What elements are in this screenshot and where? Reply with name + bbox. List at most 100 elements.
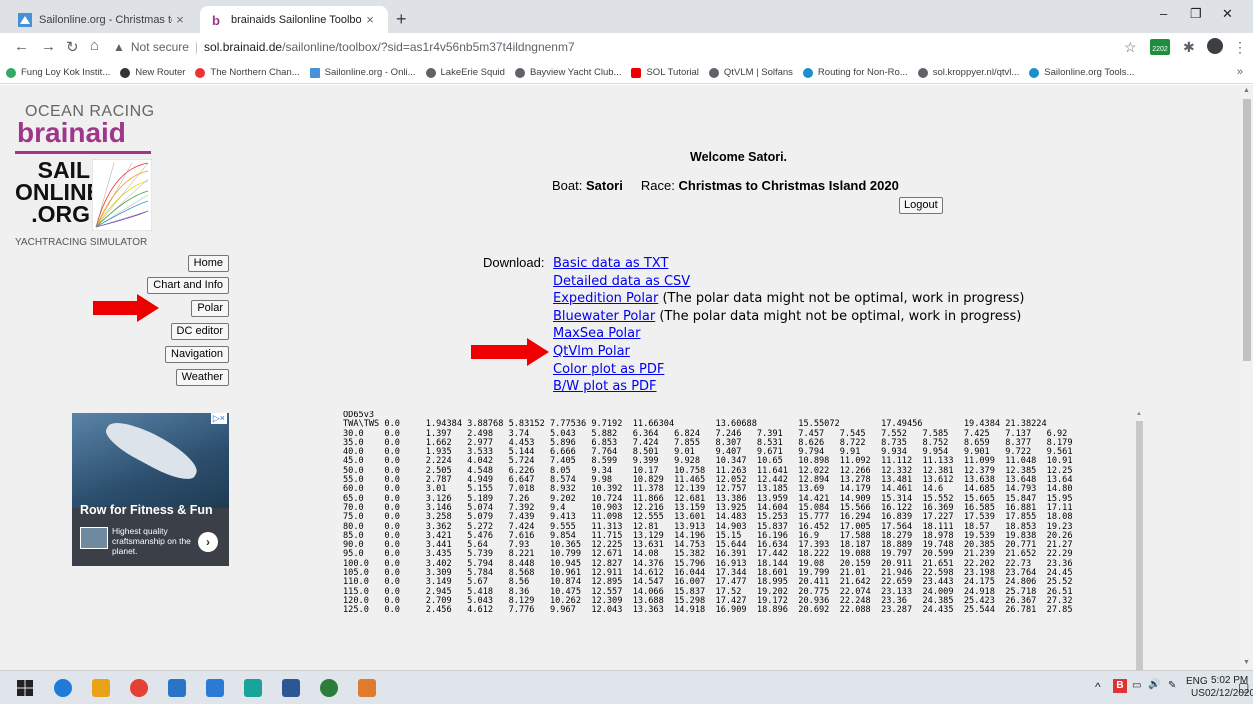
nav-polar-button[interactable]: Polar <box>191 300 229 317</box>
extension-counter-icon[interactable]: 2202 <box>1150 39 1170 55</box>
sailonline-favicon-icon <box>18 12 32 27</box>
windows-start-icon[interactable] <box>16 679 34 697</box>
tray-app-icon[interactable]: B <box>1113 679 1127 693</box>
nav-dc-editor-button[interactable]: DC editor <box>170 323 229 340</box>
race-label: Race: <box>640 178 675 193</box>
not-secure-warning-icon[interactable]: ▲ <box>113 40 125 54</box>
tray-overflow-icon[interactable]: ^ <box>1095 680 1101 694</box>
input-language[interactable]: ENG <box>1186 676 1208 687</box>
globe-icon <box>917 67 928 78</box>
java-icon[interactable] <box>358 679 376 697</box>
bookmark-label: LakeErie Squid <box>440 67 505 78</box>
basic-data-txt-link[interactable]: Basic data as TXT <box>553 256 668 271</box>
input-region[interactable]: US <box>1191 688 1205 699</box>
back-icon[interactable]: ← <box>14 38 29 55</box>
download-item: Basic data as TXT <box>553 255 1025 273</box>
menu-kebab-icon[interactable]: ⋮ <box>1233 39 1247 56</box>
download-item: Bluewater Polar (The polar data might no… <box>553 308 1025 326</box>
bookmark-label: Routing for Non-Ro... <box>817 67 908 78</box>
bookmark-item[interactable]: sol.kroppyer.nl/qtvl... <box>917 67 1020 78</box>
polar-scrollbar[interactable]: ▲ <box>1135 411 1144 670</box>
download-item: Detailed data as CSV <box>553 273 1025 291</box>
close-tab-icon[interactable]: × <box>172 12 188 27</box>
bookmark-item[interactable]: Bayview Yacht Club... <box>514 67 621 78</box>
scroll-up-icon[interactable]: ▲ <box>1136 411 1142 417</box>
forward-icon[interactable]: → <box>41 38 56 55</box>
scrollbar-thumb[interactable] <box>1136 421 1143 670</box>
qtvlm-polar-link[interactable]: QtVlm Polar <box>553 344 630 359</box>
download-item: Color plot as PDF <box>553 361 1025 379</box>
tab-title: brainaids Sailonline Toolbox <box>231 13 362 26</box>
ad-arrow-button-icon[interactable]: › <box>198 532 218 552</box>
maxsea-polar-link[interactable]: MaxSea Polar <box>553 326 640 341</box>
ad-text: Highest quality craftsmanship on the pla… <box>112 526 191 556</box>
nav-chart-and-info-button[interactable]: Chart and Info <box>147 277 229 294</box>
app-icon[interactable] <box>206 679 224 697</box>
notifications-icon[interactable]: ▢ <box>1238 680 1249 694</box>
scrollbar-thumb[interactable] <box>1243 99 1251 361</box>
word-icon[interactable] <box>282 679 300 697</box>
polar-data-textarea[interactable]: OD65v3 TWA\TWS 0.0 1.94384 3.88768 5.831… <box>343 411 1143 670</box>
logo-underline <box>15 151 151 154</box>
bookmark-label: QtVLM | Solfans <box>723 67 793 78</box>
outlook-icon[interactable] <box>168 679 186 697</box>
close-window-icon[interactable]: ✕ <box>1222 6 1233 22</box>
adchoices-icon[interactable]: ▷× <box>210 413 227 424</box>
url-host: sol.brainaid.de <box>204 40 283 54</box>
edge-icon[interactable] <box>54 679 72 697</box>
nav-weather-button[interactable]: Weather <box>175 369 229 386</box>
download-note: (The polar data might not be optimal, wo… <box>655 308 1022 324</box>
bookmark-star-icon[interactable]: ☆ <box>1124 39 1137 56</box>
bookmark-item[interactable]: Sailonline.org Tools... <box>1029 67 1134 78</box>
minimize-icon[interactable]: – <box>1160 6 1167 21</box>
bookmark-favicon-icon <box>802 67 813 78</box>
download-item: QtVlm Polar <box>553 343 1025 361</box>
logo-sail-online: SAIL ONLINE .ORG <box>15 157 102 226</box>
address-bar[interactable]: ▲ Not secure | sol.brainaid.de /sailonli… <box>113 35 1153 59</box>
nav-home-button[interactable]: Home <box>187 255 229 272</box>
bookmark-item[interactable]: LakeErie Squid <box>425 67 505 78</box>
pen-icon[interactable]: ✎ <box>1168 680 1176 691</box>
youtube-icon <box>631 67 642 78</box>
download-list: Basic data as TXT Detailed data as CSV E… <box>553 255 1025 396</box>
new-tab-icon[interactable]: + <box>396 9 407 30</box>
app-icon[interactable] <box>320 679 338 697</box>
more-bookmarks-icon[interactable]: » <box>1237 66 1243 78</box>
bookmark-item[interactable]: Sailonline.org - Onli... <box>309 67 416 78</box>
network-icon[interactable]: ▭ <box>1132 680 1141 691</box>
expedition-polar-link[interactable]: Expedition Polar <box>553 291 658 306</box>
logo-line: SAIL <box>37 157 90 183</box>
home-icon[interactable]: ⌂ <box>90 37 99 54</box>
tab-sailonline[interactable]: Sailonline.org - Christmas to Chr × <box>8 6 198 33</box>
detailed-data-csv-link[interactable]: Detailed data as CSV <box>553 274 690 289</box>
restore-icon[interactable]: ❐ <box>1190 6 1202 22</box>
tab-brainaid[interactable]: b brainaids Sailonline Toolbox × <box>200 6 388 33</box>
reload-icon[interactable]: ↻ <box>66 38 79 56</box>
scroll-down-icon[interactable]: ▼ <box>1243 659 1250 666</box>
file-explorer-icon[interactable] <box>92 679 110 697</box>
close-tab-icon[interactable]: × <box>362 12 378 27</box>
chrome-icon[interactable] <box>130 679 148 697</box>
color-plot-pdf-link[interactable]: Color plot as PDF <box>553 362 664 377</box>
logout-button[interactable]: Logout <box>899 197 943 214</box>
bluewater-polar-link[interactable]: Bluewater Polar <box>553 309 655 324</box>
advertisement-banner[interactable]: ▷× Row for Fitness & Fun Highest quality… <box>72 413 229 566</box>
scroll-up-icon[interactable]: ▲ <box>1243 87 1250 94</box>
volume-icon[interactable]: 🔊 <box>1148 679 1160 690</box>
bookmark-item[interactable]: Fung Loy Kok Instit... <box>6 67 110 78</box>
bookmark-item[interactable]: The Northern Chan... <box>195 67 300 78</box>
polar-data-text: OD65v3 TWA\TWS 0.0 1.94384 3.88768 5.831… <box>343 411 1073 616</box>
bw-plot-pdf-link[interactable]: B/W plot as PDF <box>553 379 657 394</box>
profile-avatar[interactable] <box>1207 38 1223 54</box>
globe-icon <box>425 67 436 78</box>
nav-navigation-button[interactable]: Navigation <box>165 346 229 363</box>
bookmark-item[interactable]: SOL Tutorial <box>631 67 699 78</box>
bookmark-item[interactable]: Routing for Non-Ro... <box>802 67 908 78</box>
bookmark-item[interactable]: QtVLM | Solfans <box>708 67 793 78</box>
extensions-puzzle-icon[interactable]: ✱ <box>1183 39 1195 56</box>
app-icon[interactable] <box>244 679 262 697</box>
bookmark-label: sol.kroppyer.nl/qtvl... <box>932 67 1020 78</box>
bookmark-item[interactable]: New Router <box>120 67 185 78</box>
page-scrollbar[interactable]: ▲ ▼ <box>1241 85 1253 670</box>
address-separator: | <box>194 40 199 54</box>
